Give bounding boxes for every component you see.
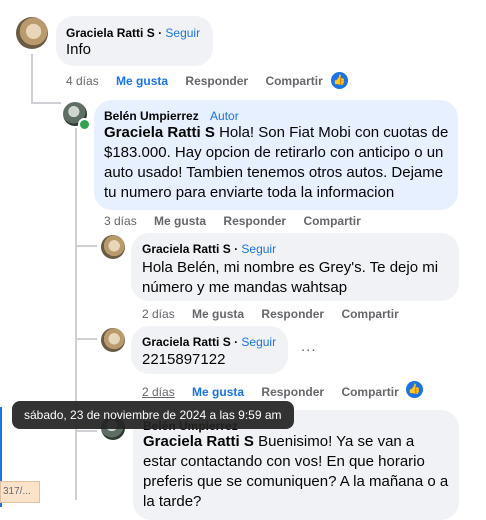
reply-button[interactable]: Responder [261,385,324,399]
comment-bubble: Graciela Ratti S · Seguir 2215897122 [131,326,288,374]
comment-author[interactable]: Belén Umpierrez [104,109,199,123]
comment-time[interactable]: 2 días [142,307,175,321]
avatar[interactable] [101,328,125,352]
author-badge: Autor [210,109,239,123]
comment-actions: 3 días Me gusta Responder Compartir [104,214,361,228]
mention-link[interactable]: Graciela Ratti S [143,433,254,450]
follow-link[interactable]: Seguir [241,242,276,256]
follow-link[interactable]: Seguir [165,26,200,40]
comment-text: Info [66,41,92,58]
comment-actions: 2 días Me gusta Responder Compartir [142,307,399,321]
thread-line [77,430,97,432]
like-button[interactable]: Me gusta [192,307,244,321]
like-button[interactable]: Me gusta [154,214,206,228]
share-button[interactable]: Compartir [341,385,398,399]
comment-text: 2215897122 [142,351,226,368]
share-button[interactable]: Compartir [303,214,360,228]
comment-author[interactable]: Graciela Ratti S [142,242,231,256]
thumbs-up-icon[interactable]: 👍 [406,381,423,398]
online-status-indicator [78,118,91,131]
comment-text: Graciela Ratti S Buenisimo! Ya se van a … [143,432,451,512]
thread-line [75,128,77,500]
reply-button[interactable]: Responder [261,307,324,321]
avatar[interactable] [16,17,48,49]
follow-link[interactable]: Seguir [241,335,276,349]
comment-actions: 2 días Me gusta Responder Compartir [142,385,399,399]
reply-button[interactable]: Responder [185,74,248,88]
reply-button[interactable]: Responder [223,214,286,228]
comment-bubble: Belén Umpierrez Autor Graciela Ratti S H… [94,100,458,210]
comment-bubble: Graciela Ratti S · Seguir Hola Belén, mi… [131,233,459,301]
thread-line [33,102,61,104]
share-button[interactable]: Compartir [265,74,322,88]
more-options-button[interactable]: ... [301,338,317,355]
comment-bubble: Graciela Ratti S · Seguir Info [56,16,213,66]
like-button[interactable]: Me gusta [192,385,244,399]
comment-author[interactable]: Graciela Ratti S [142,335,231,349]
thread-line [77,245,97,247]
timestamp-tooltip: sábado, 23 de noviembre de 2024 a las 9:… [12,401,294,429]
comment-time[interactable]: 4 días [66,74,99,88]
thread-line [77,338,97,340]
like-button[interactable]: Me gusta [116,74,168,88]
comment-text: Hola Belén, mi nombre es Grey's. Te dejo… [142,259,439,296]
mention-link[interactable]: Graciela Ratti S [104,124,215,141]
thumbs-up-icon[interactable]: 👍 [331,72,348,89]
share-button[interactable]: Compartir [341,307,398,321]
status-snippet: 317/... [0,481,40,503]
comment-actions: 4 días Me gusta Responder Compartir [66,74,323,88]
comment-time[interactable]: 3 días [104,214,137,228]
avatar[interactable] [101,235,125,259]
comment-author[interactable]: Graciela Ratti S [66,26,155,40]
comment-time[interactable]: 2 días [142,385,175,399]
thread-line [31,54,33,104]
comment-text: Graciela Ratti S Hola! Son Fiat Mobi con… [104,123,454,203]
